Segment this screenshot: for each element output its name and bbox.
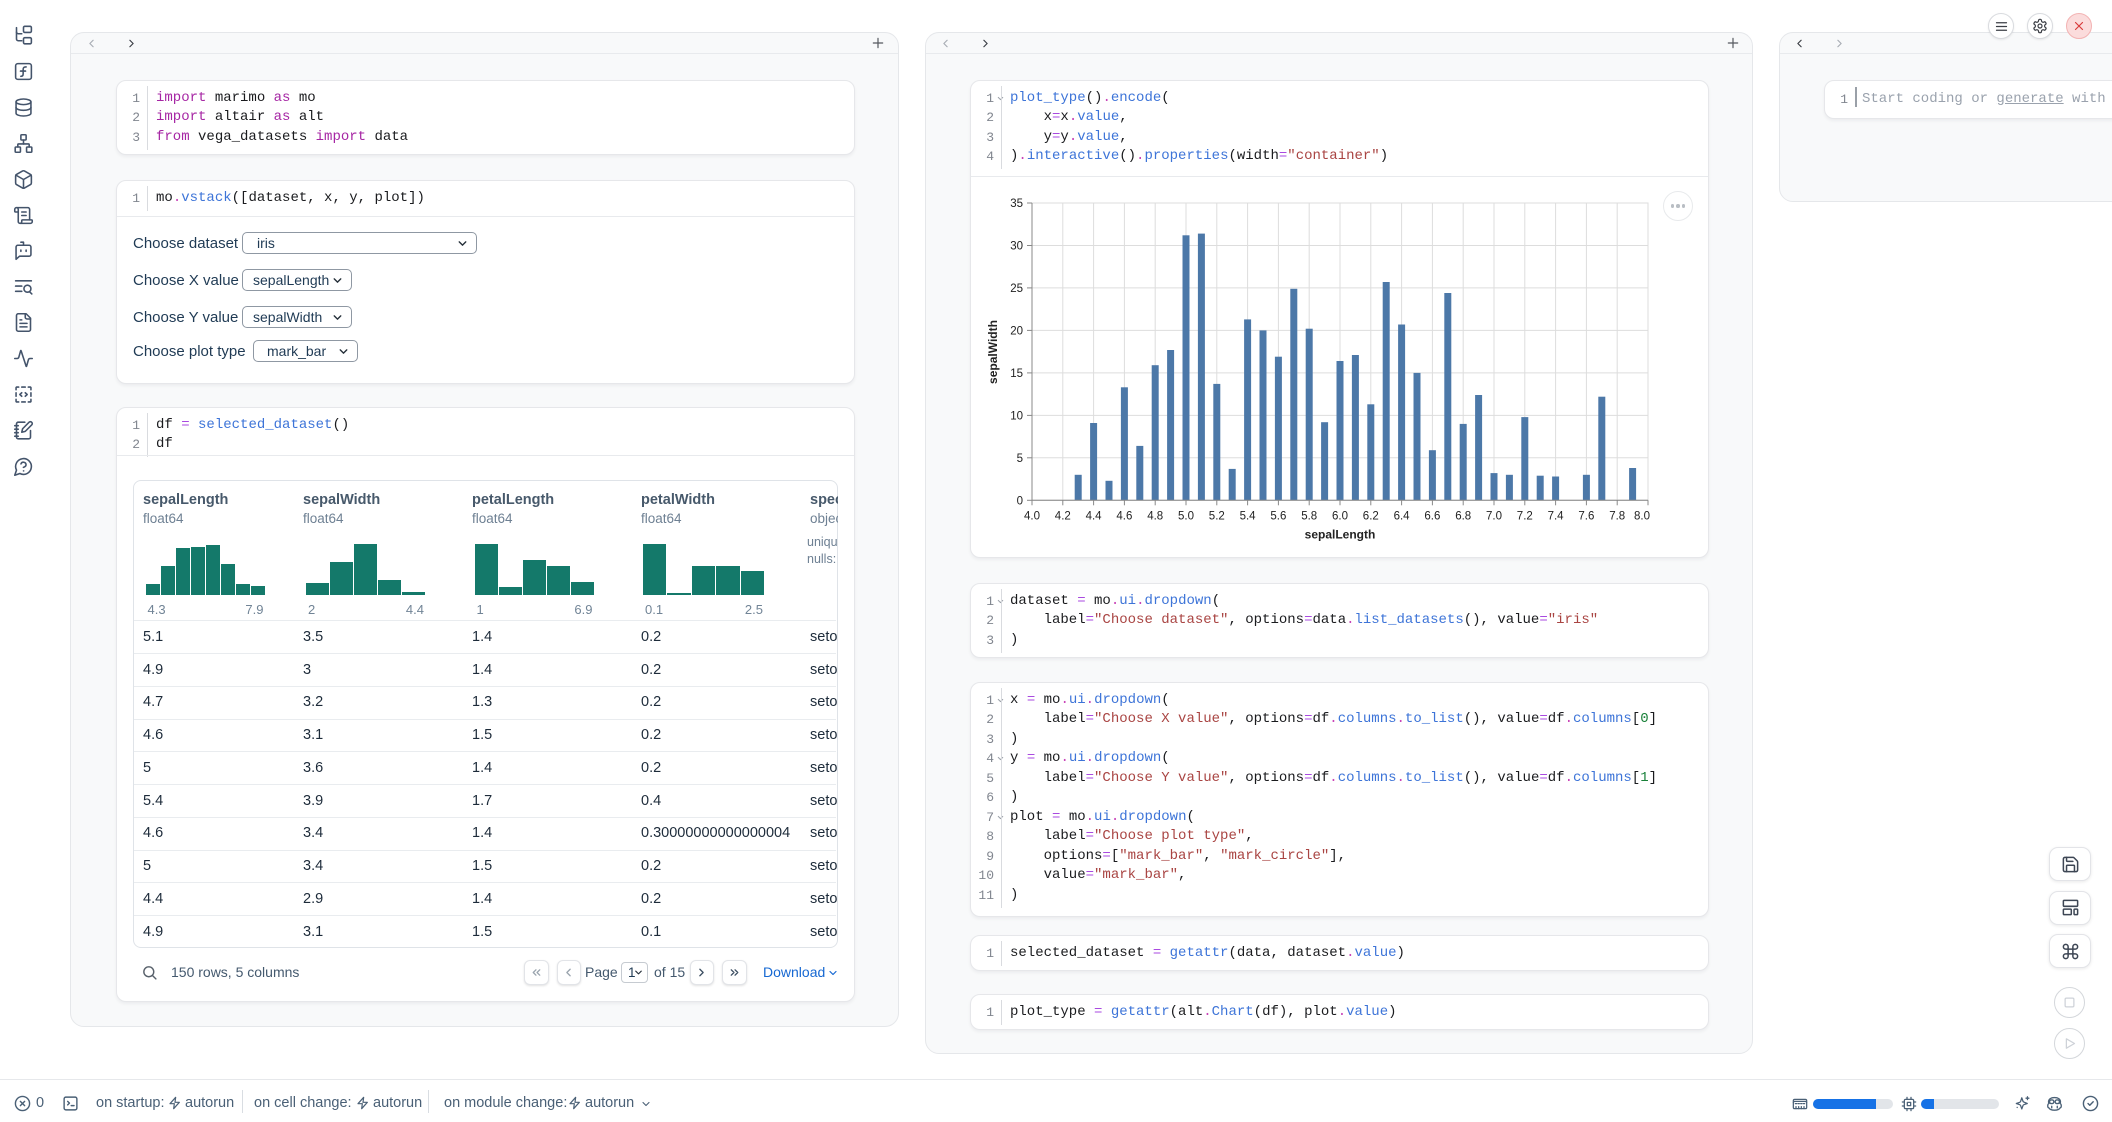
svg-text:sepalLength: sepalLength [1305, 527, 1376, 541]
svg-text:6.8: 6.8 [1455, 510, 1471, 522]
svg-text:15: 15 [1010, 368, 1023, 380]
svg-text:5.0: 5.0 [1178, 510, 1194, 522]
svg-text:7.8: 7.8 [1609, 510, 1625, 522]
svg-text:20: 20 [1010, 325, 1023, 337]
svg-text:30: 30 [1010, 241, 1023, 253]
svg-text:5.8: 5.8 [1301, 510, 1317, 522]
svg-text:25: 25 [1010, 283, 1023, 295]
svg-text:5.2: 5.2 [1209, 510, 1225, 522]
svg-text:35: 35 [1010, 198, 1023, 210]
svg-text:6.4: 6.4 [1394, 510, 1411, 522]
svg-text:sepalWidth: sepalWidth [986, 320, 1000, 384]
svg-text:4.6: 4.6 [1116, 510, 1132, 522]
svg-text:7.2: 7.2 [1517, 510, 1533, 522]
svg-text:10: 10 [1010, 410, 1023, 422]
svg-text:6.2: 6.2 [1363, 510, 1379, 522]
svg-text:4.4: 4.4 [1086, 510, 1103, 522]
svg-text:5.4: 5.4 [1240, 510, 1257, 522]
svg-text:7.0: 7.0 [1486, 510, 1502, 522]
svg-text:6.0: 6.0 [1332, 510, 1348, 522]
svg-text:4.2: 4.2 [1055, 510, 1071, 522]
svg-text:0: 0 [1017, 495, 1023, 507]
svg-text:8.0: 8.0 [1634, 510, 1650, 522]
svg-text:4.8: 4.8 [1147, 510, 1163, 522]
svg-text:4.0: 4.0 [1024, 510, 1040, 522]
svg-text:6.6: 6.6 [1424, 510, 1440, 522]
svg-text:5.6: 5.6 [1270, 510, 1286, 522]
svg-text:7.4: 7.4 [1548, 510, 1565, 522]
svg-text:7.6: 7.6 [1578, 510, 1594, 522]
svg-text:5: 5 [1017, 453, 1023, 465]
